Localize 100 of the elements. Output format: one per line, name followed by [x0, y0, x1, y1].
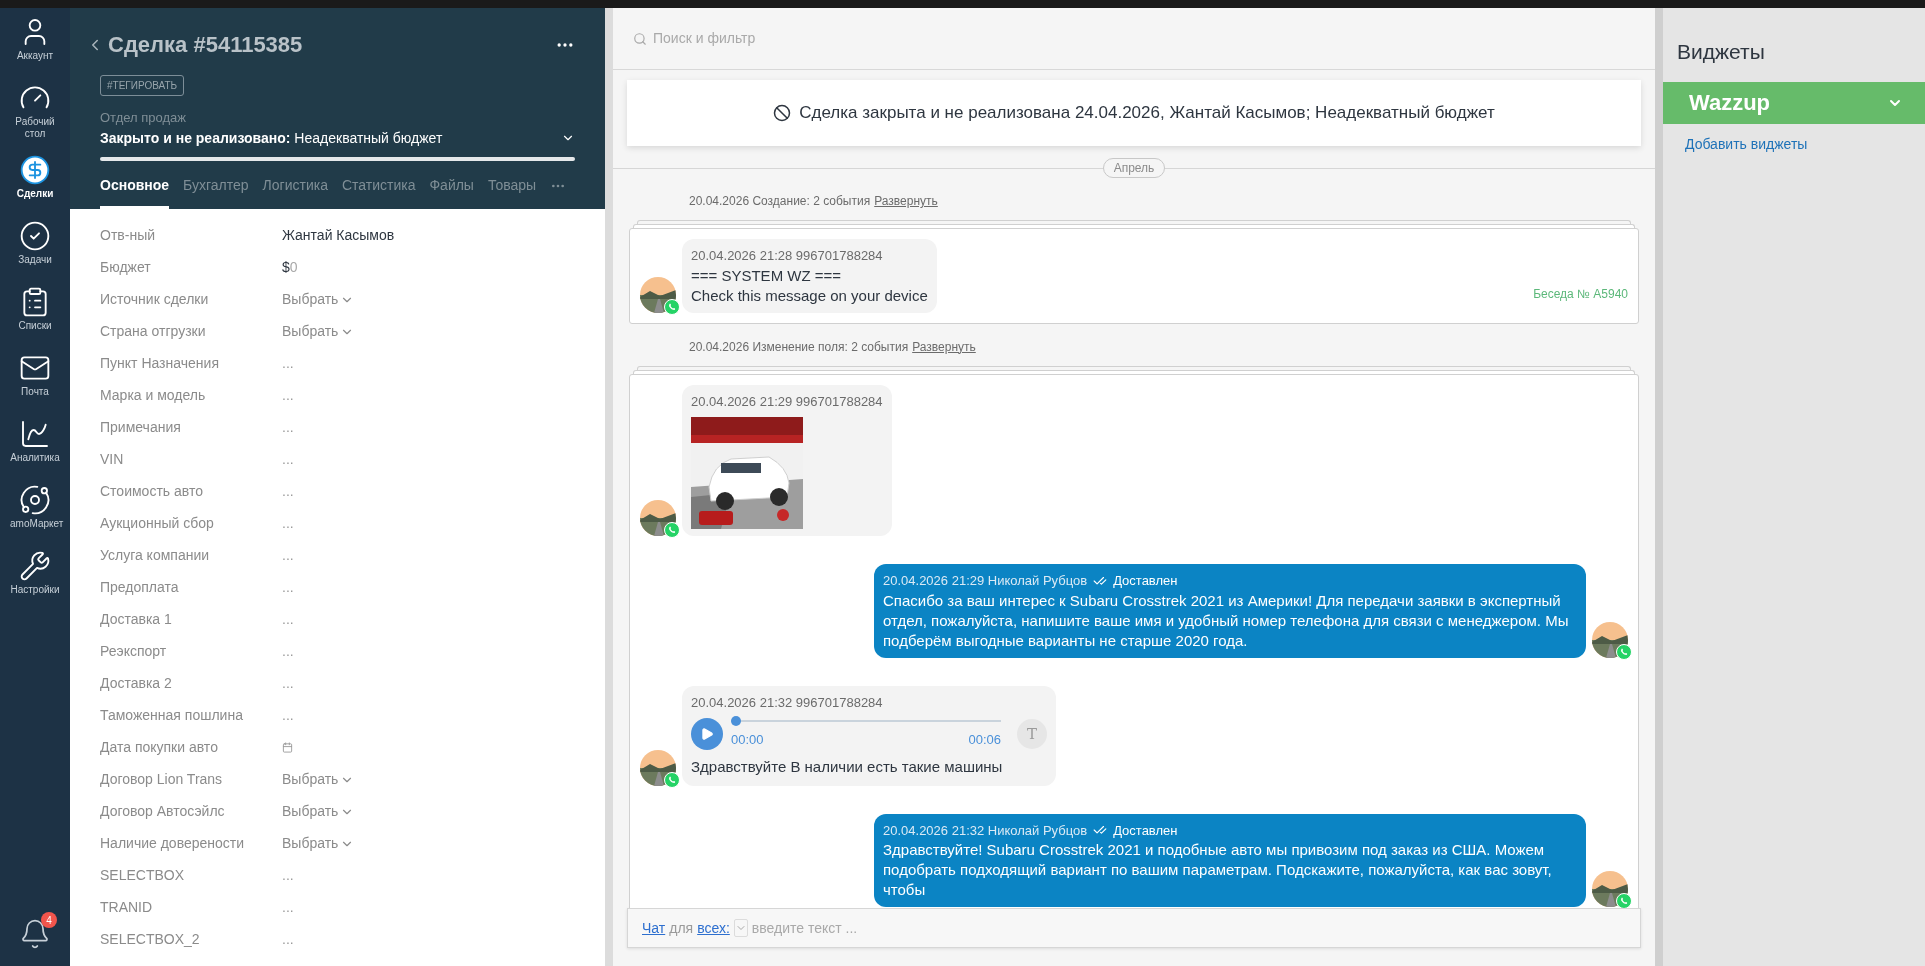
notifications-button[interactable]: 4 — [13, 912, 57, 956]
search-field[interactable]: Поиск и фильтр — [613, 8, 1655, 70]
message-meta: 20.04.2026 21:29 Николай Рубцов — [883, 572, 1088, 590]
nav-item[interactable]: Сделки — [0, 146, 70, 212]
field-value[interactable]: ... — [282, 353, 294, 374]
ban-icon — [773, 104, 792, 122]
whatsapp-icon — [664, 522, 680, 538]
transcribe-button[interactable]: T — [1017, 719, 1047, 749]
message-meta: 20.04.2026 21:29 996701788284 — [691, 392, 883, 411]
nav-item[interactable]: Рабочий стол — [0, 74, 70, 146]
field-label: Договор Lion Trans — [100, 770, 224, 789]
banner-text: Сделка закрыта и не реализована 24.04.2026, Жантай Касымов; Неадекватный бюджет — [799, 102, 1495, 125]
field-value[interactable]: ... — [282, 865, 294, 886]
orbit-icon — [19, 484, 51, 516]
message-meta: 20.04.2026 21:28 996701788284 — [691, 247, 883, 265]
widget-bar[interactable]: Wazzup — [1663, 81, 1925, 124]
tab[interactable]: Основное — [100, 174, 170, 209]
tab[interactable]: Бухгалтер — [183, 174, 249, 209]
nav-item[interactable]: Настройки — [0, 542, 70, 608]
field-label: Марка и модель — [100, 386, 207, 405]
chat-link[interactable]: Чат — [642, 917, 666, 939]
composer-field[interactable]: Чат для всех: введите текст ... — [627, 908, 1641, 948]
field-value[interactable]: ... — [282, 417, 294, 438]
nav-item[interactable]: Списки — [0, 278, 70, 344]
whatsapp-icon — [664, 298, 680, 315]
message-text: Здравствуйте В наличии есть такие машины — [691, 757, 1004, 777]
field-label: Источник сделки — [100, 290, 210, 309]
recipients-link[interactable]: всех: — [697, 917, 730, 939]
field-label: SELECTBOX — [100, 866, 186, 885]
select-dropdown[interactable]: Выбрать — [282, 289, 355, 310]
play-button[interactable] — [691, 718, 723, 750]
budget-value[interactable]: $0 — [282, 257, 298, 278]
expand-link[interactable]: Развернуть — [912, 337, 976, 356]
field-label: Дата покупки авто — [100, 738, 219, 757]
select-dropdown[interactable]: Выбрать — [282, 833, 355, 854]
audio-thumb[interactable] — [731, 716, 741, 727]
tab[interactable]: Файлы — [429, 174, 474, 209]
widgets-title: Виджеты — [1676, 39, 1766, 65]
audio-time: 00:00 — [731, 731, 764, 750]
field-label: Доставка 1 — [100, 610, 173, 629]
expand-link[interactable]: Развернуть — [874, 192, 938, 210]
delivery-status: Доставлен — [1113, 572, 1178, 590]
tab[interactable]: Логистика — [262, 174, 328, 209]
event-summary: 20.04.2026 Создание: 2 события — [689, 193, 871, 210]
field-value[interactable]: ... — [282, 641, 294, 662]
play-icon — [700, 727, 714, 741]
field-label: SELECTBOX_2 — [100, 930, 201, 949]
select-dropdown[interactable]: Выбрать — [282, 321, 355, 342]
add-widgets-link[interactable]: Добавить виджеты — [1663, 133, 1925, 155]
dollar-icon — [19, 154, 51, 186]
field-value[interactable]: ... — [282, 897, 294, 918]
tag-button[interactable]: #ТЕГИРОВАТЬ — [100, 75, 185, 96]
pipeline-label: Отдел продаж — [100, 109, 187, 127]
check-icon — [19, 220, 51, 252]
field-value[interactable]: ... — [282, 609, 294, 630]
event-summary: 20.04.2026 Изменение поля: 2 события — [689, 338, 909, 356]
field-value[interactable]: ... — [282, 545, 294, 566]
wrench-icon — [19, 550, 51, 582]
select-dropdown[interactable]: Выбрать — [282, 801, 355, 822]
field-value[interactable]: Жантай Касымов — [282, 225, 395, 246]
nav-item[interactable]: Задачи — [0, 212, 70, 278]
field-value[interactable]: ... — [282, 481, 294, 502]
tab[interactable]: Товары — [487, 174, 537, 209]
field-label: Услуга компании — [100, 546, 211, 565]
nav-item[interactable]: amoМаркет — [0, 476, 70, 542]
field-label: Реэкспорт — [100, 642, 168, 661]
calendar-icon[interactable] — [282, 742, 293, 753]
field-value[interactable]: ... — [282, 705, 294, 726]
notification-badge: 4 — [41, 912, 57, 928]
search-icon — [633, 31, 647, 46]
select-dropdown[interactable]: Выбрать — [282, 769, 355, 790]
field-label: Доставка 2 — [100, 674, 173, 693]
field-label: Аукционный сбор — [100, 514, 215, 533]
conversation-label: Беседа № A5940 — [1533, 285, 1628, 303]
field-value[interactable]: ... — [282, 673, 294, 694]
field-label: VIN — [100, 450, 125, 469]
composer-label: для — [669, 918, 694, 938]
chart-icon — [19, 418, 51, 450]
message-text: Здравствуйте! Subaru Crosstrek 2021 и подобные авто мы привозим под заказ из США. Можем подобрать подходящий вариант по вашим параметрам. Подскажите, пожалуйста, как вас зовут, чтобы — [883, 840, 1553, 900]
tab[interactable]: Статистика — [341, 174, 416, 209]
nav-item[interactable]: Аналитика — [0, 410, 70, 476]
field-value[interactable]: ... — [282, 385, 294, 406]
field-label: Предоплата — [100, 578, 180, 597]
bell-icon — [19, 918, 51, 950]
audio-duration: 00:06 — [968, 731, 1001, 750]
field-value[interactable]: ... — [282, 513, 294, 534]
field-value[interactable]: ... — [282, 577, 294, 598]
message-text: Спасибо за ваш интерес к Subaru Crosstrek 2021 из Америки! Для передачи заявки в экспертный отдел, пожалуйста, напишите ваше имя и удобный номер телефона для связи с менеджером. Мы подберём выгодные варианты не старше 2020 года. — [883, 590, 1570, 651]
field-label: Таможенная пошлина — [100, 706, 244, 725]
nav-item[interactable]: Почта — [0, 344, 70, 410]
message-meta: 20.04.2026 21:32 996701788284 — [691, 693, 883, 712]
field-label: Стоимость авто — [100, 482, 204, 501]
message-text: Check this message on your device — [691, 285, 928, 306]
nav-item[interactable]: Аккаунт — [0, 8, 70, 74]
field-label: Пункт Назначения — [100, 354, 220, 373]
field-value[interactable]: ... — [282, 929, 294, 950]
delivery-status: Доставлен — [1113, 821, 1178, 840]
field-value[interactable]: ... — [282, 449, 294, 470]
deal-title: Сделка #54115385 — [108, 31, 303, 59]
field-label: Бюджет — [100, 258, 152, 277]
